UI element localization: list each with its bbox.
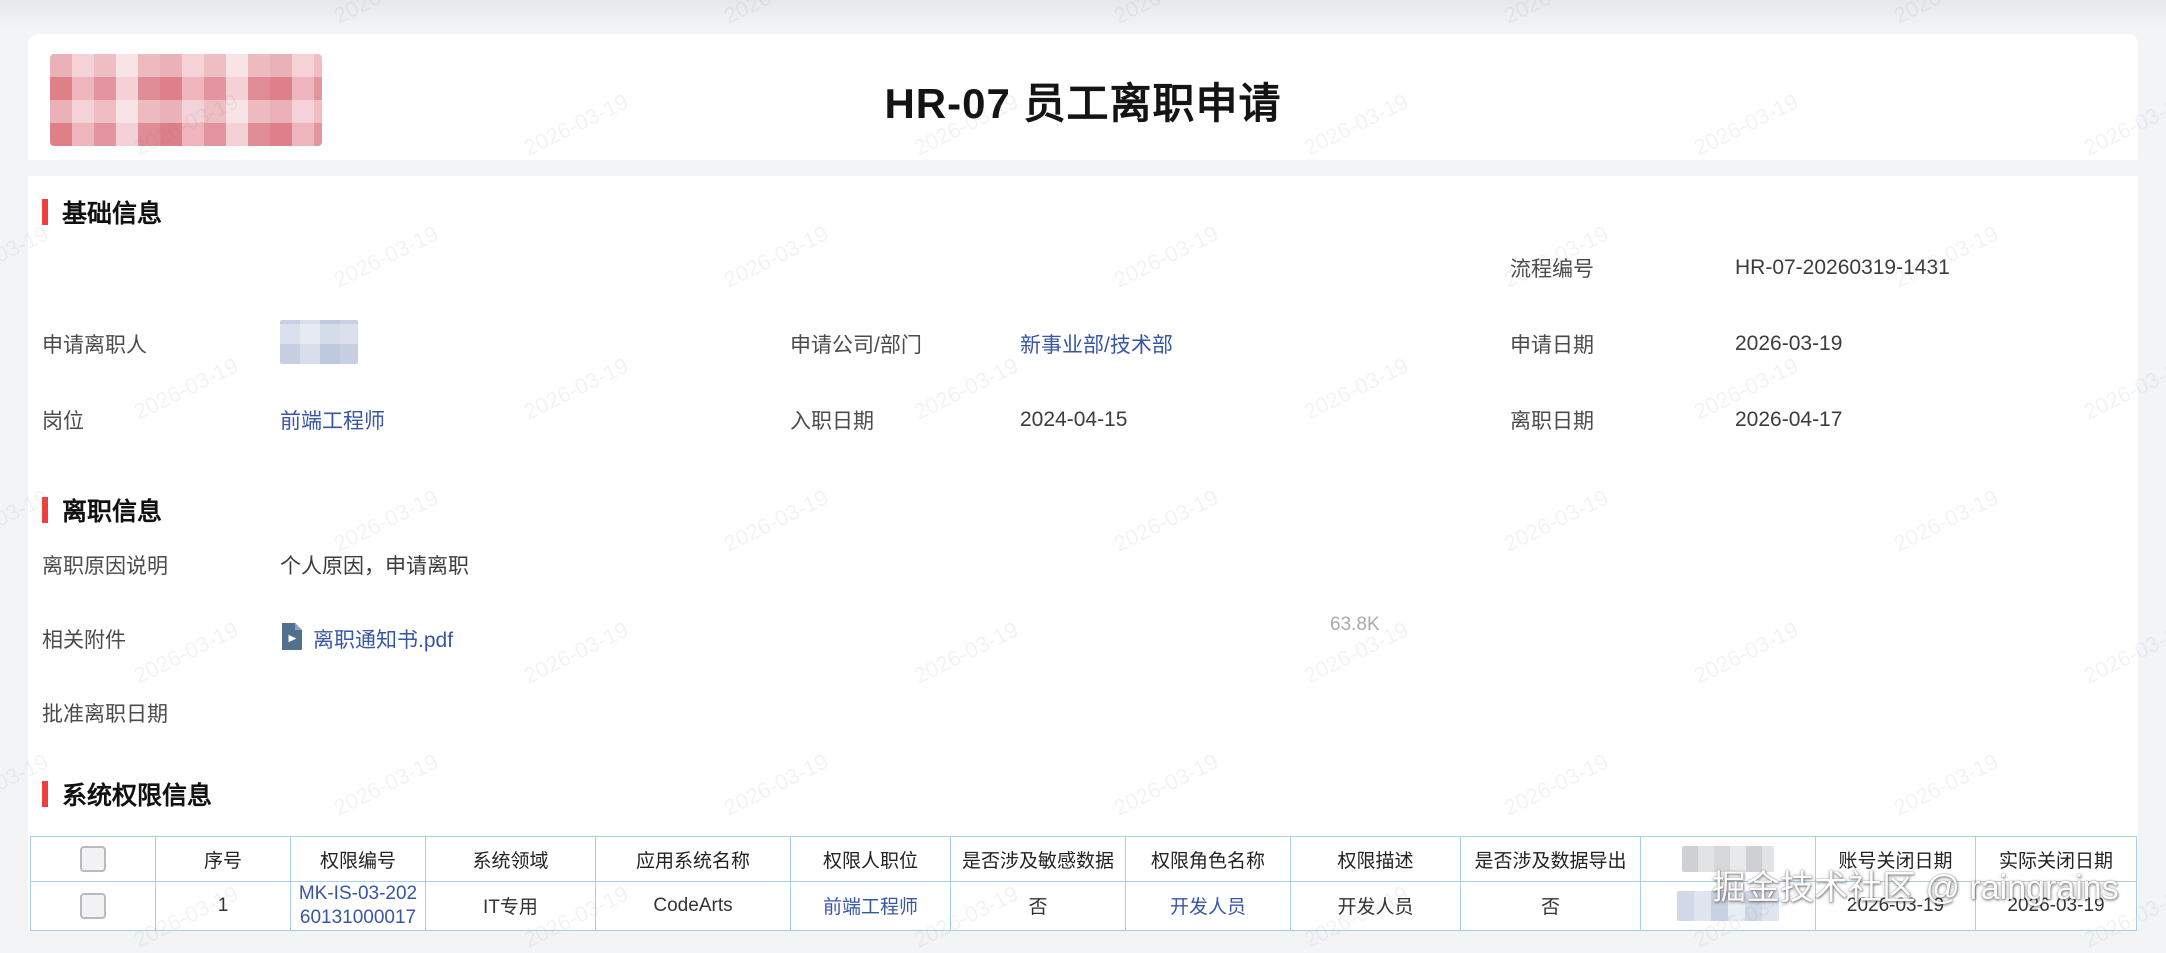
section-basic-info: 基础信息: [28, 176, 2138, 230]
row-attachment: 相关附件 离职通知书.pdf 63.8K: [28, 602, 2138, 676]
row-approved-date: 批准离职日期: [28, 676, 2138, 750]
section-resign-info: 离职信息: [28, 458, 2138, 528]
section-accent-bar: [42, 199, 48, 225]
form-body: 基础信息 流程编号 HR-07-20260319-1431 申请离职人 申请公司…: [28, 176, 2138, 930]
attachment-size: 63.8K: [1330, 614, 1380, 636]
cell-perm-desc: 开发人员: [1291, 882, 1461, 931]
position-label: 岗位: [42, 405, 280, 435]
section-basic-title: 基础信息: [62, 194, 162, 230]
leave-date-label: 离职日期: [1510, 405, 1735, 435]
reason-value: 个人原因，申请离职: [280, 550, 790, 580]
row-position: 岗位 前端工程师 入职日期 2024-04-15 离职日期 2026-04-17: [28, 382, 2138, 458]
site-credit-watermark: 掘金技术社区 @ raingrains: [1712, 860, 2119, 909]
header-role-name: 权限角色名称: [1126, 837, 1291, 882]
header-domain: 系统领域: [426, 837, 596, 882]
apply-date-value: 2026-03-19: [1735, 332, 2138, 356]
section-accent-bar: [42, 781, 48, 807]
section-permissions-info: 系统权限信息: [28, 750, 2138, 812]
company-dept-label: 申请公司/部门: [790, 329, 1020, 359]
process-no-value: HR-07-20260319-1431: [1735, 256, 2138, 280]
bottom-strip: [0, 930, 2166, 953]
page-title: HR-07 员工离职申请: [28, 70, 2138, 131]
cell-role-name-link[interactable]: 开发人员: [1170, 897, 1246, 918]
pdf-icon: [280, 622, 304, 656]
approved-date-label: 批准离职日期: [42, 698, 280, 728]
attachment-label: 相关附件: [42, 624, 280, 654]
select-all-checkbox[interactable]: [80, 846, 106, 872]
cell-perm-no-link[interactable]: MK-IS-03-20260131000017: [299, 883, 417, 928]
process-no-label: 流程编号: [1510, 253, 1735, 283]
entry-date-value: 2024-04-15: [1020, 408, 1510, 432]
position-link[interactable]: 前端工程师: [280, 410, 385, 433]
row-applicant: 申请离职人 申请公司/部门 新事业部/技术部 申请日期 2026-03-19: [28, 306, 2138, 382]
header-data-export: 是否涉及数据导出: [1461, 837, 1641, 882]
header-app-name: 应用系统名称: [596, 837, 791, 882]
entry-date-label: 入职日期: [790, 405, 1020, 435]
top-strip: [0, 0, 2166, 28]
row-reason: 离职原因说明 个人原因，申请离职: [28, 528, 2138, 602]
leave-date-value: 2026-04-17: [1735, 408, 2138, 432]
company-dept-link[interactable]: 新事业部/技术部: [1020, 334, 1173, 357]
applicant-label: 申请离职人: [42, 329, 280, 359]
header-sensitive-data: 是否涉及敏感数据: [951, 837, 1126, 882]
row-select-checkbox[interactable]: [80, 893, 106, 919]
header-select-all: [31, 837, 156, 882]
form-header: HR-07 员工离职申请: [28, 34, 2138, 160]
applicant-value-redacted: [280, 320, 358, 364]
header-perm-desc: 权限描述: [1291, 837, 1461, 882]
cell-seq: 1: [156, 882, 291, 931]
section-accent-bar: [42, 497, 48, 523]
row-process-no: 流程编号 HR-07-20260319-1431: [28, 230, 2138, 306]
section-permissions-title: 系统权限信息: [62, 776, 212, 812]
cell-perm-position-link[interactable]: 前端工程师: [823, 897, 918, 918]
reason-label: 离职原因说明: [42, 550, 280, 580]
header-seq: 序号: [156, 837, 291, 882]
section-resign-title: 离职信息: [62, 492, 162, 528]
cell-data-export: 否: [1461, 882, 1641, 931]
cell-domain: IT专用: [426, 882, 596, 931]
attachment-filename: 离职通知书.pdf: [313, 624, 453, 654]
header-perm-position: 权限人职位: [791, 837, 951, 882]
header-perm-no: 权限编号: [291, 837, 426, 882]
cell-sensitive-data: 否: [951, 882, 1126, 931]
apply-date-label: 申请日期: [1510, 329, 1735, 359]
attachment-link[interactable]: 离职通知书.pdf: [280, 622, 453, 656]
cell-app-name: CodeArts: [596, 882, 791, 931]
